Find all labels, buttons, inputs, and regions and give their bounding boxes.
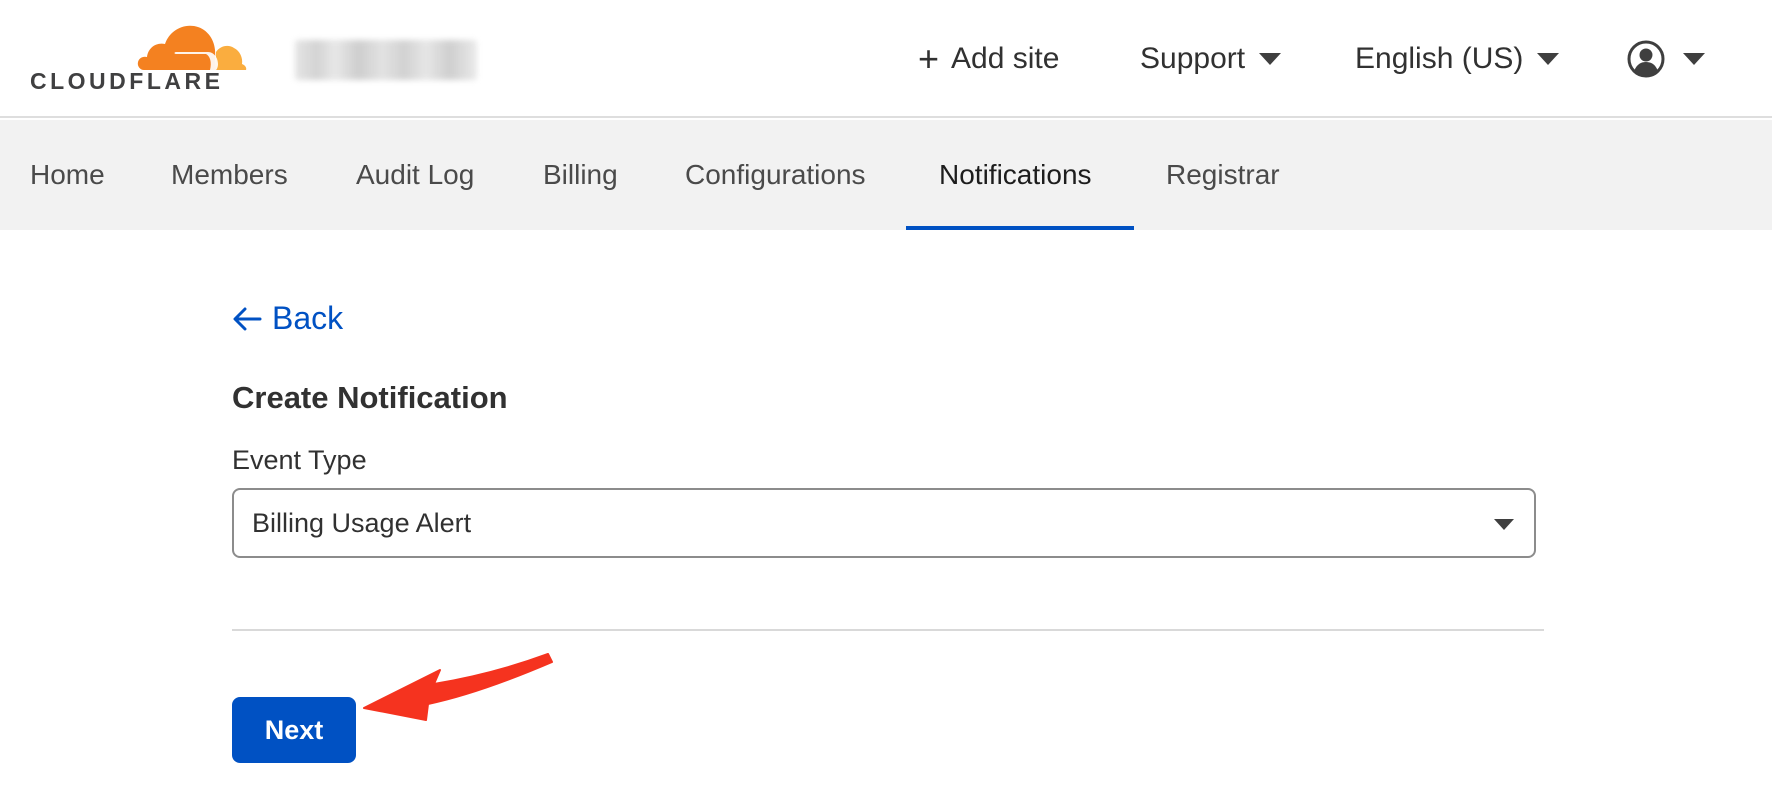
page-title: Create Notification: [232, 380, 508, 415]
add-site-button[interactable]: + Add site: [918, 0, 1059, 118]
event-type-value: Billing Usage Alert: [252, 507, 472, 538]
tab-registrar[interactable]: Registrar: [1166, 120, 1280, 230]
top-header: CLOUDFLARE + Add site Support English (U…: [0, 0, 1772, 118]
annotation-arrow-icon: [363, 653, 553, 721]
tab-members[interactable]: Members: [171, 120, 288, 230]
support-label: Support: [1140, 42, 1246, 75]
user-menu[interactable]: [1627, 0, 1705, 118]
cloudflare-cloud-icon: [137, 25, 247, 71]
language-dropdown[interactable]: English (US): [1355, 0, 1560, 118]
arrow-left-icon: [233, 307, 262, 330]
chevron-down-icon: [1494, 519, 1514, 530]
active-tab-indicator: [906, 226, 1134, 230]
account-tab-bar: Home Members Audit Log Billing Configura…: [0, 120, 1772, 230]
tab-notifications[interactable]: Notifications: [939, 120, 1092, 230]
chevron-down-icon: [1259, 53, 1282, 65]
tab-configurations[interactable]: Configurations: [685, 120, 866, 230]
section-divider: [232, 629, 1544, 631]
add-site-label: Add site: [951, 42, 1060, 75]
cloudflare-logo[interactable]: CLOUDFLARE: [28, 18, 248, 98]
tab-home[interactable]: Home: [30, 120, 105, 230]
back-link[interactable]: Back: [232, 300, 343, 337]
tab-billing[interactable]: Billing: [543, 120, 618, 230]
account-name-redacted[interactable]: [295, 40, 477, 80]
next-button[interactable]: Next: [232, 697, 356, 763]
cloudflare-wordmark: CLOUDFLARE: [30, 68, 224, 94]
chevron-down-icon: [1683, 53, 1705, 65]
chevron-down-icon: [1537, 53, 1560, 65]
user-avatar-icon: [1627, 40, 1665, 78]
plus-icon: +: [918, 38, 940, 79]
event-type-select[interactable]: Billing Usage Alert: [232, 488, 1536, 558]
back-label: Back: [272, 300, 344, 336]
event-type-label: Event Type: [232, 445, 367, 475]
language-label: English (US): [1355, 42, 1524, 75]
tab-audit-log[interactable]: Audit Log: [356, 120, 474, 230]
support-dropdown[interactable]: Support: [1140, 0, 1282, 118]
